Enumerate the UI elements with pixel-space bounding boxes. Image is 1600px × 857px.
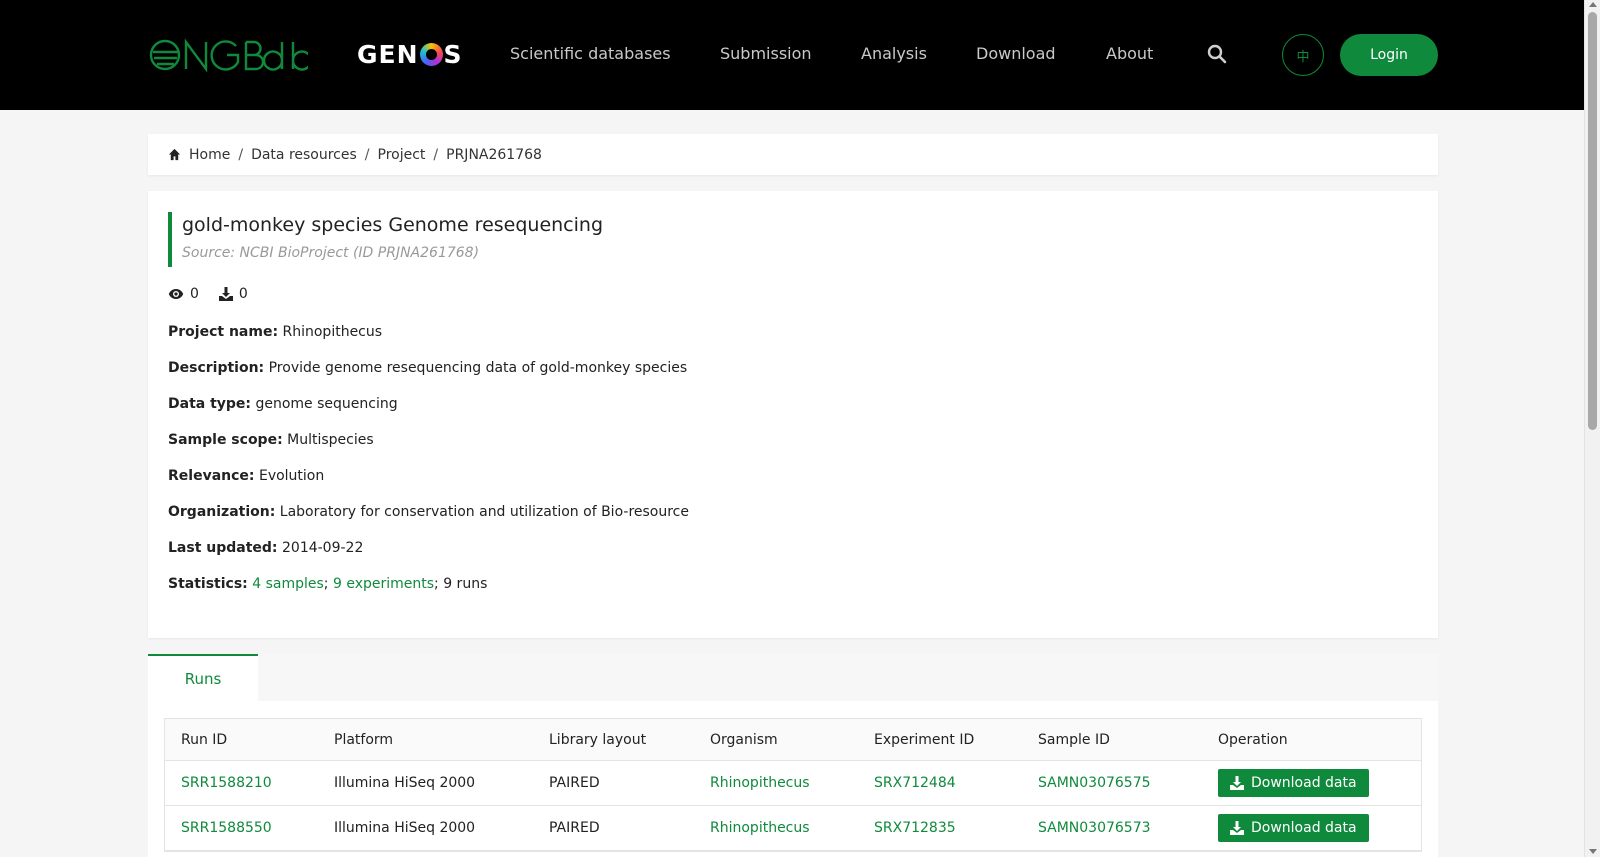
stat-separator: ; xyxy=(323,576,329,592)
field-project-name: Project name: Rhinopithecus xyxy=(168,324,382,340)
genos-logo-o-icon xyxy=(419,43,443,66)
column-header: Platform xyxy=(334,731,394,748)
genos-logo-text-left: GEN xyxy=(357,40,419,69)
breadcrumb-data-resources[interactable]: Data resources xyxy=(251,147,357,163)
sample-id-link[interactable]: SAMN03076575 xyxy=(1038,775,1151,791)
nav-scientific-databases[interactable]: Scientific databases xyxy=(510,44,671,63)
download-data-label: Download data xyxy=(1251,820,1357,836)
genos-logo-text-right: S xyxy=(443,40,463,69)
organism-link[interactable]: Rhinopithecus xyxy=(710,775,810,791)
download-data-button[interactable]: Download data xyxy=(1218,769,1369,797)
column-header: Library layout xyxy=(549,731,647,748)
field-value: Rhinopithecus xyxy=(282,324,383,340)
nav-analysis[interactable]: Analysis xyxy=(861,44,927,63)
column-header: Run ID xyxy=(181,731,228,748)
layout-cell: PAIRED xyxy=(549,820,600,836)
eye-icon xyxy=(168,289,184,299)
experiments-link[interactable]: 9 experiments xyxy=(333,576,434,592)
download-data-button[interactable]: Download data xyxy=(1218,814,1369,842)
field-label: Organization: xyxy=(168,504,276,520)
login-button[interactable]: Login xyxy=(1340,34,1438,76)
platform-cell: Illumina HiSeq 2000 xyxy=(334,775,476,791)
field-label: Statistics: xyxy=(168,576,248,592)
breadcrumb-current: PRJNA261768 xyxy=(446,146,542,163)
stat-separator: ; xyxy=(434,576,439,592)
table-row: SRR1588550 Illumina HiSeq 2000 PAIRED Rh… xyxy=(165,806,1421,851)
experiment-id-link[interactable]: SRX712835 xyxy=(874,820,956,836)
field-value: Multispecies xyxy=(287,432,374,448)
project-title: gold-monkey species Genome resequencing xyxy=(182,214,604,236)
breadcrumb-separator: / xyxy=(364,146,370,163)
project-counts: 0 0 xyxy=(168,286,248,302)
field-label: Project name: xyxy=(168,324,279,340)
project-title-block: gold-monkey species Genome resequencing … xyxy=(168,212,603,267)
download-data-label: Download data xyxy=(1251,775,1357,791)
field-value: genome sequencing xyxy=(255,396,398,412)
view-count: 0 xyxy=(190,286,199,302)
field-label: Sample scope: xyxy=(168,432,283,448)
download-count-icon xyxy=(218,287,233,301)
scrollbar-thumb[interactable] xyxy=(1588,12,1597,430)
runs-table: Run ID Platform Library layout Organism … xyxy=(164,718,1422,852)
nav-download[interactable]: Download xyxy=(976,44,1056,63)
field-value: Laboratory for conservation and utilizat… xyxy=(279,504,689,520)
search-icon[interactable] xyxy=(1207,44,1227,64)
run-id-link[interactable]: SRR1588550 xyxy=(181,820,272,836)
field-label: Description: xyxy=(168,360,265,376)
runs-count: 9 runs xyxy=(443,576,488,592)
organism-link[interactable]: Rhinopithecus xyxy=(710,820,810,836)
download-count: 0 xyxy=(238,286,248,302)
table-header-row: Run ID Platform Library layout Organism … xyxy=(165,719,1421,761)
run-id-link[interactable]: SRR1588210 xyxy=(181,775,272,791)
field-description: Description: Provide genome resequencing… xyxy=(168,360,687,376)
layout-cell: PAIRED xyxy=(549,775,600,791)
breadcrumb-home[interactable]: Home xyxy=(189,147,230,163)
column-header: Sample ID xyxy=(1038,731,1110,748)
column-header: Experiment ID xyxy=(874,731,975,748)
experiment-id-link[interactable]: SRX712484 xyxy=(874,775,956,791)
field-last-updated: Last updated: 2014-09-22 xyxy=(168,540,363,556)
breadcrumb: Home / Data resources / Project / PRJNA2… xyxy=(148,134,1438,175)
scroll-up-arrow-icon[interactable] xyxy=(1589,2,1597,7)
tab-bar: Runs xyxy=(148,654,1438,701)
field-organization: Organization: Laboratory for conservatio… xyxy=(168,504,689,520)
field-label: Relevance: xyxy=(168,468,255,484)
project-info-card: gold-monkey species Genome resequencing … xyxy=(148,191,1438,638)
field-data-type: Data type: genome sequencing xyxy=(168,396,398,412)
column-header: Organism xyxy=(710,731,778,748)
breadcrumb-separator: / xyxy=(238,146,244,163)
genos-logo[interactable]: GEN S xyxy=(357,40,463,69)
runs-panel: Runs Run ID Platform Library layout Orga… xyxy=(148,654,1438,857)
breadcrumb-separator: / xyxy=(433,146,439,163)
field-value: 2014-09-22 xyxy=(282,540,364,556)
platform-cell: Illumina HiSeq 2000 xyxy=(334,820,476,836)
language-toggle-button[interactable]: 中 xyxy=(1282,34,1324,76)
breadcrumb-project[interactable]: Project xyxy=(378,147,426,163)
tab-runs[interactable]: Runs xyxy=(148,654,258,701)
field-value: Evolution xyxy=(258,468,325,484)
field-label: Data type: xyxy=(168,396,252,412)
page-scrollbar[interactable] xyxy=(1584,0,1600,857)
scroll-down-arrow-icon[interactable] xyxy=(1589,849,1597,854)
download-icon xyxy=(1230,821,1244,835)
field-statistics: Statistics: 4 samples; 9 experiments; 9 … xyxy=(168,576,487,592)
field-sample-scope: Sample scope: Multispecies xyxy=(168,432,374,448)
field-relevance: Relevance: Evolution xyxy=(168,468,324,484)
nav-about[interactable]: About xyxy=(1106,44,1153,63)
download-icon xyxy=(1230,776,1244,790)
top-navbar: GEN S Scientific databases Submission Ana… xyxy=(0,0,1584,110)
field-label: Last updated: xyxy=(168,540,278,556)
field-value: Provide genome resequencing data of gold… xyxy=(268,360,688,376)
sample-id-link[interactable]: SAMN03076573 xyxy=(1038,820,1151,836)
nav-submission[interactable]: Submission xyxy=(720,44,812,63)
cngbdb-logo[interactable] xyxy=(148,38,308,72)
project-source: Source: NCBI BioProject (ID PRJNA261768) xyxy=(182,245,480,261)
samples-link[interactable]: 4 samples xyxy=(252,576,324,592)
table-row: SRR1588210 Illumina HiSeq 2000 PAIRED Rh… xyxy=(165,761,1421,806)
column-header: Operation xyxy=(1218,731,1288,748)
home-icon xyxy=(168,148,181,161)
